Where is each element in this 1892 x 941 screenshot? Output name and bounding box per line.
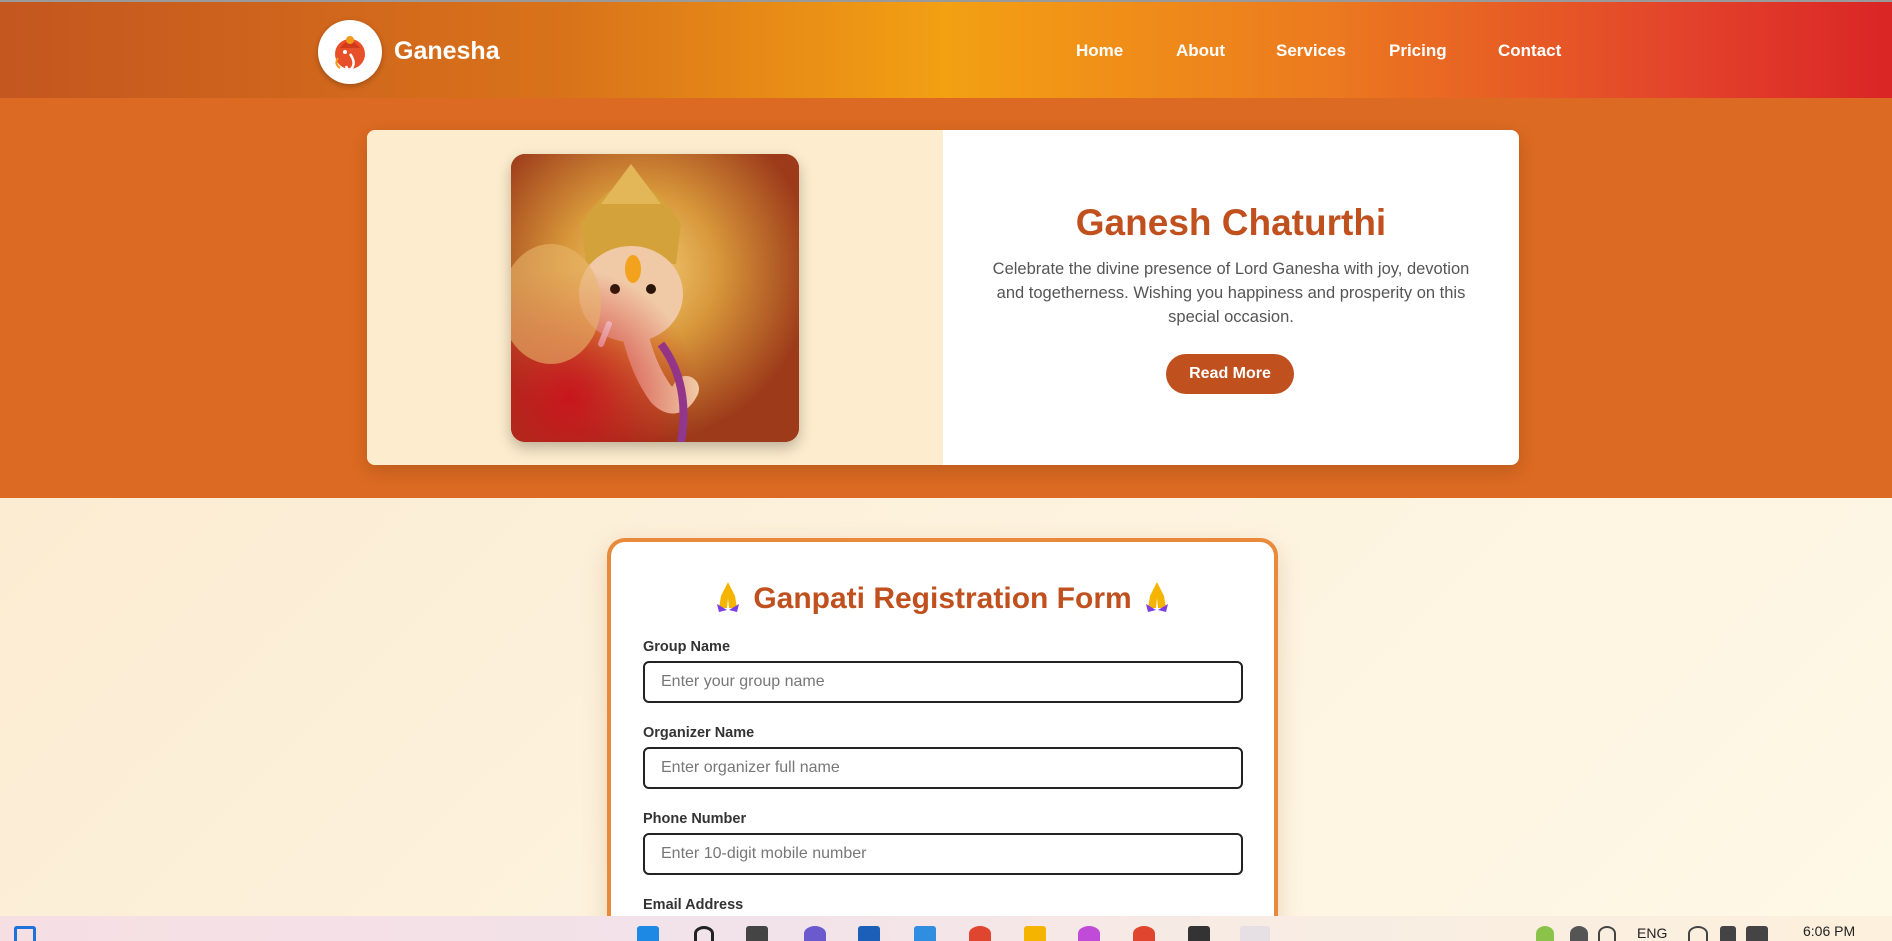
chrome-icon[interactable] [969, 926, 991, 941]
email-address-label: Email Address [643, 897, 744, 913]
store-icon[interactable] [858, 926, 880, 941]
vscode-icon[interactable] [914, 926, 936, 941]
organizer-name-label: Organizer Name [643, 725, 755, 741]
search-icon[interactable] [694, 926, 714, 941]
volume-icon[interactable] [1720, 926, 1736, 941]
copilot-icon[interactable] [1078, 926, 1100, 941]
battery-icon[interactable] [1746, 926, 1768, 941]
language-indicator[interactable]: ENG [1637, 925, 1667, 941]
hero-image-panel [367, 130, 943, 465]
phone-number-input[interactable] [643, 833, 1243, 875]
teams-icon[interactable] [804, 926, 826, 941]
nav-services[interactable]: Services [1276, 41, 1346, 61]
task-view-icon[interactable] [746, 926, 768, 941]
form-title-text: Ganpati Registration Form [753, 581, 1132, 615]
hero-description: Celebrate the divine presence of Lord Ga… [992, 260, 1470, 326]
brand[interactable]: Ganesha [318, 19, 500, 84]
nav-contact[interactable]: Contact [1498, 41, 1561, 61]
read-more-button[interactable]: Read More [1166, 354, 1294, 394]
tray-app-icon[interactable] [1570, 926, 1588, 941]
wifi-icon[interactable] [1688, 926, 1708, 941]
terminal-icon[interactable] [1188, 926, 1210, 941]
phone-number-label: Phone Number [643, 811, 747, 827]
brand-name: Ganesha [394, 37, 500, 65]
group-name-label: Group Name [643, 639, 731, 655]
file-explorer-icon[interactable] [1024, 926, 1046, 941]
nav-about[interactable]: About [1176, 41, 1225, 61]
navbar: Ganesha Home About Services Pricing Cont… [0, 0, 1892, 98]
clock-time[interactable]: 6:06 PM [1803, 923, 1855, 939]
start-windows-icon[interactable] [637, 926, 659, 941]
widgets-icon[interactable] [14, 926, 36, 941]
chrome-icon[interactable] [1133, 926, 1155, 941]
organizer-name-input[interactable] [643, 747, 1243, 789]
registration-form: Ganpati Registration Form Group Name Org… [607, 538, 1278, 941]
folded-hands-icon [1144, 580, 1170, 620]
folded-hands-icon [715, 580, 741, 620]
refresh-icon[interactable] [1598, 926, 1616, 941]
group-name-input[interactable] [643, 661, 1243, 703]
active-app-icon[interactable] [1240, 926, 1270, 941]
hero-title: Ganesh Chaturthi [1075, 202, 1387, 243]
tray-app-icon[interactable] [1536, 926, 1554, 941]
os-taskbar: ENG 6:06 PM [0, 916, 1892, 941]
ganesha-idol-image [511, 154, 799, 442]
nav-home[interactable]: Home [1076, 41, 1123, 61]
form-title: Ganpati Registration Form [611, 580, 1274, 620]
nav-pricing[interactable]: Pricing [1389, 41, 1447, 61]
ganesha-logo-icon [318, 19, 382, 84]
hero-card: Ganesh Chaturthi Celebrate the divine pr… [367, 130, 1519, 465]
